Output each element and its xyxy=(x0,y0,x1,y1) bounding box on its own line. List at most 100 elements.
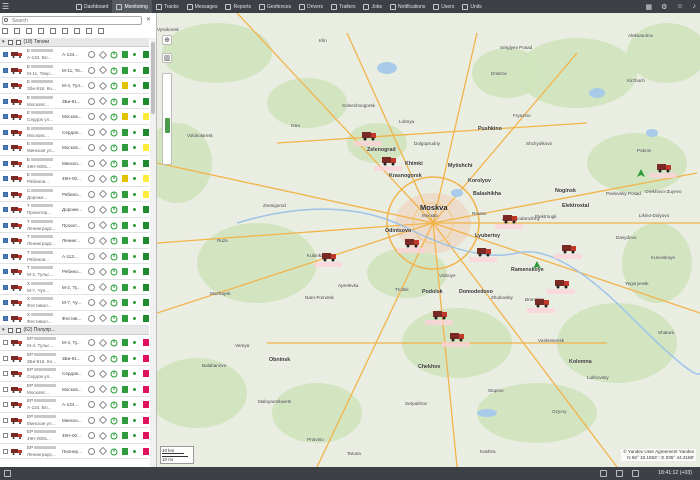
unit-row[interactable]: E Минская ул... Москов... xyxy=(0,140,149,156)
show-on-map-icon[interactable] xyxy=(14,28,20,34)
nav-item-messages[interactable]: Messages xyxy=(183,0,222,13)
unit-checkbox[interactable] xyxy=(3,433,8,438)
unit-map-marker[interactable] xyxy=(322,251,336,262)
group-visibility-checkbox[interactable] xyxy=(15,39,21,45)
unit-map-marker[interactable] xyxy=(535,297,549,308)
search-input[interactable]: Search xyxy=(2,16,142,25)
unit-row[interactable]: X Фестивал... Фестив... xyxy=(0,311,149,326)
unit-checkbox[interactable] xyxy=(3,67,8,73)
unit-row[interactable]: X Фестивал... M-7, Чу... xyxy=(0,295,149,311)
select-all-icon[interactable] xyxy=(2,28,8,34)
settings-icon[interactable]: ⚙ xyxy=(661,3,667,11)
grid-icon[interactable]: ▦ xyxy=(645,3,652,11)
list-scrollbar[interactable] xyxy=(150,38,156,467)
unit-row[interactable]: E Рябинов... 49Н-00... xyxy=(0,171,149,187)
map-view[interactable]: Moskva Москва Khimki Zelenograd Mytishchi Kor… xyxy=(157,13,700,467)
unit-row[interactable]: X М-7, Чуп... M-2, Ту... xyxy=(0,280,149,295)
nav-item-trailers[interactable]: Trailers xyxy=(327,0,359,13)
nav-item-reports[interactable]: Reports xyxy=(221,0,255,13)
unit-checkbox[interactable] xyxy=(3,300,8,305)
nav-item-users[interactable]: Users xyxy=(429,0,458,13)
layers-button[interactable]: ▥ xyxy=(162,53,172,63)
unit-row[interactable]: E Зби-916. Кн... M-4, Тул... xyxy=(0,78,149,94)
group-checkbox[interactable] xyxy=(7,327,13,333)
nav-item-jobs[interactable]: Jobs xyxy=(359,0,386,13)
unit-group-header[interactable]: ▾ (18) Тягачи xyxy=(0,38,149,47)
unit-checkbox[interactable] xyxy=(3,114,8,119)
unit-row[interactable]: E М-11, Твер... M-11, Тв... xyxy=(0,63,149,78)
unit-row[interactable]: T Ленинградс... Ленинг... xyxy=(0,233,149,249)
unit-map-marker[interactable] xyxy=(362,130,376,141)
group-checkbox[interactable] xyxy=(7,39,13,45)
unit-map-marker[interactable] xyxy=(433,309,447,320)
unit-map-marker[interactable] xyxy=(503,213,517,224)
unit-row[interactable]: E A-134. Вл... A-134... xyxy=(0,47,149,63)
unit-checkbox[interactable] xyxy=(3,238,8,243)
unit-checkbox[interactable] xyxy=(3,52,8,57)
unit-row[interactable]: C Дорожн... Рябино... xyxy=(0,187,149,202)
commands-column-icon[interactable] xyxy=(98,28,104,34)
user-icon[interactable]: ☺ xyxy=(676,3,683,10)
unit-row[interactable]: T M-2, Тульс... Рябино... xyxy=(0,264,149,280)
nav-item-geofences[interactable]: Geofences xyxy=(255,0,295,13)
bell-icon[interactable]: ♪ xyxy=(693,3,697,10)
unit-checkbox[interactable] xyxy=(3,284,8,290)
unit-checkbox[interactable] xyxy=(3,340,8,345)
unit-map-marker[interactable] xyxy=(657,162,671,173)
unit-checkbox[interactable] xyxy=(3,176,8,181)
unit-row[interactable]: T Проектир... Дорожн... xyxy=(0,202,149,218)
unit-checkbox[interactable] xyxy=(3,386,8,392)
zoom-slider-handle[interactable] xyxy=(165,118,170,133)
unit-row[interactable]: EP A-134. Вл... A-134... xyxy=(0,397,149,413)
unit-checkbox[interactable] xyxy=(3,160,8,166)
sound-icon[interactable] xyxy=(616,470,623,477)
sort-icon[interactable] xyxy=(26,28,32,34)
unit-map-marker[interactable] xyxy=(405,237,419,248)
unit-row[interactable]: EP М-4, Тульс... M-4, Ту... xyxy=(0,335,149,351)
unit-row[interactable]: EP 3Би-916. Кн... 3Би-91... xyxy=(0,351,149,366)
sensor-column-icon[interactable] xyxy=(86,28,92,34)
panel-toggle-icon[interactable] xyxy=(4,470,11,477)
unit-map-marker[interactable] xyxy=(477,246,491,257)
motion-column-icon[interactable] xyxy=(62,28,68,34)
unit-row[interactable]: EP Московс... Москов... xyxy=(0,382,149,397)
unit-row[interactable]: EP Минская ул... Минско... xyxy=(0,413,149,428)
nav-item-monitoring[interactable]: Monitoring xyxy=(112,0,152,13)
unit-row[interactable]: T Рябинов... A-113... xyxy=(0,249,149,264)
clear-search-icon[interactable]: ✕ xyxy=(146,16,151,23)
unit-checkbox[interactable] xyxy=(3,98,8,104)
unit-row[interactable]: EP 49Н-0081... 49Н-00... xyxy=(0,428,149,444)
nav-item-dashboard[interactable]: Dashboard xyxy=(72,0,112,13)
unit-checkbox[interactable] xyxy=(3,315,8,321)
ignition-column-icon[interactable] xyxy=(74,28,80,34)
unit-checkbox[interactable] xyxy=(3,355,8,361)
unit-checkbox[interactable] xyxy=(3,402,8,407)
unit-map-marker[interactable] xyxy=(555,278,569,289)
menu-icon[interactable]: ☰ xyxy=(2,2,12,11)
nav-item-units[interactable]: Units xyxy=(458,0,485,13)
collapse-icon[interactable]: ▾ xyxy=(2,327,5,333)
unit-group-header[interactable]: ▾ (62) Полупр... xyxy=(0,326,149,335)
unit-checkbox[interactable] xyxy=(3,448,8,454)
nav-item-tracks[interactable]: Tracks xyxy=(152,0,183,13)
chat-icon[interactable] xyxy=(600,470,607,477)
unit-checkbox[interactable] xyxy=(3,207,8,212)
nav-item-notifications[interactable]: Notifications xyxy=(386,0,429,13)
unit-checkbox[interactable] xyxy=(3,145,8,150)
unit-checkbox[interactable] xyxy=(3,417,8,423)
unit-row[interactable]: T Ленинградс... Проект... xyxy=(0,218,149,233)
fullscreen-icon[interactable] xyxy=(632,470,639,477)
unit-checkbox[interactable] xyxy=(3,371,8,376)
unit-row[interactable]: E Московс... Сердов... xyxy=(0,125,149,140)
group-visibility-checkbox[interactable] xyxy=(15,327,21,333)
unit-map-marker[interactable] xyxy=(450,331,464,342)
unit-row[interactable]: EP Ленинградс... Пионер... xyxy=(0,444,149,459)
unit-checkbox[interactable] xyxy=(3,222,8,228)
filter-icon[interactable] xyxy=(38,28,44,34)
unit-row[interactable]: E 49Н-0081... Минско... xyxy=(0,156,149,171)
unit-checkbox[interactable] xyxy=(3,83,8,88)
collapse-icon[interactable]: ▾ xyxy=(2,39,5,45)
unit-map-marker[interactable] xyxy=(382,155,396,166)
unit-row[interactable]: E Московс... 3Би-91... xyxy=(0,94,149,109)
unit-row[interactable]: EP Сердов ул... Сердов... xyxy=(0,366,149,382)
